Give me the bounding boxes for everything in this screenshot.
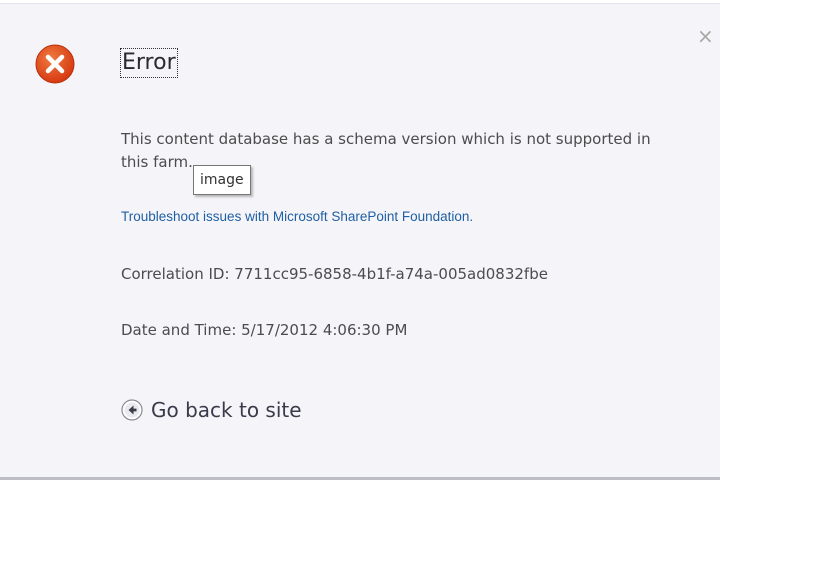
error-x-icon xyxy=(35,44,75,84)
page: × Error This content database has a sche… xyxy=(0,0,837,581)
page-title: Error xyxy=(120,48,178,78)
error-dialog: × Error This content database has a sche… xyxy=(0,3,720,480)
close-icon[interactable]: × xyxy=(697,26,714,46)
go-back-link[interactable]: Go back to site xyxy=(121,396,302,424)
date-time: Date and Time: 5/17/2012 4:06:30 PM xyxy=(121,321,408,339)
back-arrow-icon xyxy=(121,399,143,421)
troubleshoot-link[interactable]: Troubleshoot issues with Microsoft Share… xyxy=(121,207,473,227)
image-tooltip: image xyxy=(193,165,251,195)
correlation-id: Correlation ID: 7711cc95-6858-4b1f-a74a-… xyxy=(121,265,548,283)
go-back-label: Go back to site xyxy=(151,398,302,422)
